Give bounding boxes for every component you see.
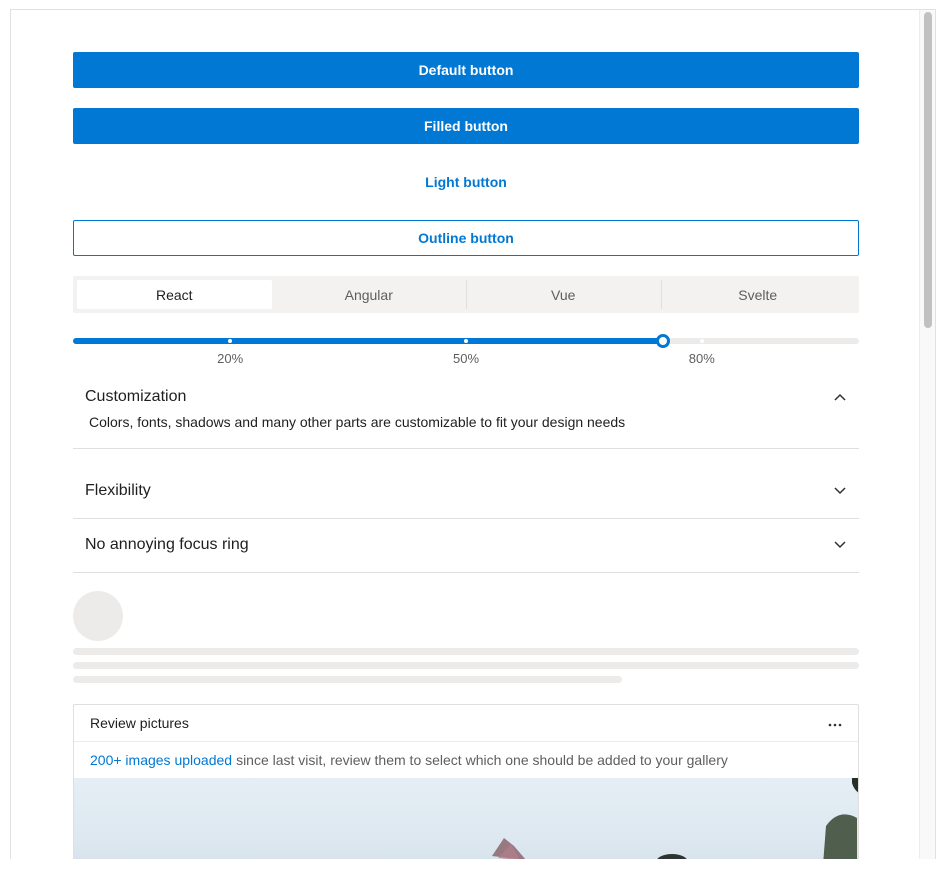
tab-angular[interactable]: Angular bbox=[272, 280, 467, 309]
light-button[interactable]: Light button bbox=[73, 164, 859, 200]
app-frame: Default button Filled button Light butto… bbox=[10, 9, 936, 859]
skeleton-line bbox=[73, 648, 859, 655]
default-button-label: Default button bbox=[418, 62, 514, 78]
card-description: 200+ images uploaded since last visit, r… bbox=[74, 742, 858, 778]
chevron-down-icon bbox=[833, 484, 847, 498]
review-card: Review pictures 200+ images uploaded sin… bbox=[73, 704, 859, 859]
scrollbar-thumb[interactable] bbox=[924, 12, 932, 328]
outline-button-label: Outline button bbox=[418, 230, 514, 246]
slider-thumb[interactable] bbox=[655, 334, 670, 348]
slider[interactable]: 20% 50% 80% bbox=[73, 334, 859, 372]
filled-button-label: Filled button bbox=[424, 118, 508, 134]
accordion-item-flexibility: Flexibility bbox=[73, 464, 859, 519]
card-description-text: since last visit, review them to select … bbox=[236, 752, 728, 768]
accordion-title: Customization bbox=[85, 388, 187, 405]
light-button-label: Light button bbox=[425, 174, 507, 190]
card-image bbox=[74, 778, 858, 859]
outline-button[interactable]: Outline button bbox=[73, 220, 859, 256]
slider-mark bbox=[464, 339, 468, 343]
card-title: Review pictures bbox=[90, 715, 189, 731]
slider-mark bbox=[699, 339, 704, 343]
accordion-panel: Colors, fonts, shadows and many other pa… bbox=[89, 414, 626, 430]
accordion-title: No annoying focus ring bbox=[85, 536, 249, 553]
chevron-up-icon bbox=[833, 390, 847, 404]
tab-label: React bbox=[155, 286, 193, 303]
card-header: Review pictures bbox=[74, 705, 858, 742]
segmented-control: React Angular Vue Svelte bbox=[73, 276, 859, 313]
tab-label: Angular bbox=[344, 286, 393, 303]
skeleton-line bbox=[73, 662, 859, 669]
slider-mark-label: 20% bbox=[217, 351, 244, 366]
accordion-title: Flexibility bbox=[85, 482, 151, 499]
chevron-down-icon bbox=[833, 538, 847, 552]
accordion-header[interactable]: No annoying focus ring bbox=[73, 518, 859, 572]
accordion-header[interactable]: Flexibility bbox=[73, 464, 859, 518]
vertical-scrollbar[interactable] bbox=[919, 10, 935, 859]
tab-react[interactable]: React bbox=[77, 280, 272, 309]
default-button[interactable]: Default button bbox=[73, 52, 859, 88]
skeleton-avatar bbox=[73, 591, 123, 641]
tab-vue[interactable]: Vue bbox=[466, 280, 661, 309]
card-image-art bbox=[492, 778, 858, 859]
slider-mark-label: 80% bbox=[688, 351, 715, 366]
accordion-item-focus-ring: No annoying focus ring bbox=[73, 518, 859, 573]
tab-label: Svelte bbox=[738, 286, 778, 303]
filled-button[interactable]: Filled button bbox=[73, 108, 859, 144]
tab-svelte[interactable]: Svelte bbox=[660, 280, 856, 309]
tab-label: Vue bbox=[551, 286, 576, 303]
more-horizontal-icon[interactable] bbox=[828, 715, 842, 731]
images-uploaded-link[interactable]: 200+ images uploaded bbox=[90, 752, 232, 768]
slider-mark-label: 50% bbox=[452, 351, 480, 366]
skeleton-line bbox=[73, 676, 622, 683]
accordion-item-customization: Customization Colors, fonts, shadows and… bbox=[73, 370, 859, 449]
slider-fill bbox=[73, 338, 663, 344]
